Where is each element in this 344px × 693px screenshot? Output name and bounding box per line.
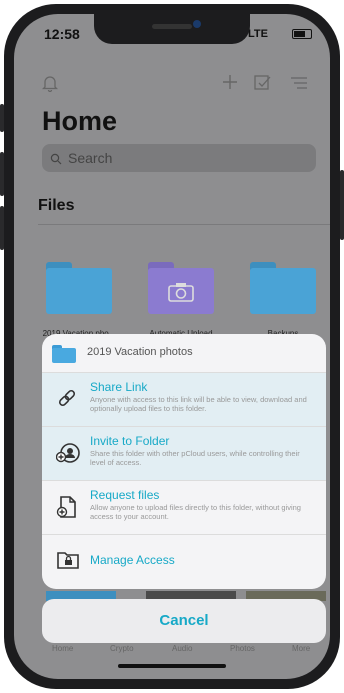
notch [94,14,250,44]
front-camera [193,20,201,28]
folder-lock-icon [56,549,80,573]
page-title: Home [42,106,118,136]
sort-icon[interactable] [290,74,308,95]
screen: 12:58 LTE Home Search Files Home Crypto … [14,14,330,679]
tab-bar: Home Crypto Audio Photos More [14,644,330,664]
bell-icon[interactable] [41,74,59,97]
network-label: LTE [248,28,268,40]
camera-icon [168,283,194,302]
cancel-button[interactable]: Cancel [42,599,326,643]
option-description: Anyone with access to this link will be … [90,395,307,413]
battery-icon [292,29,312,39]
invite-user-icon [55,441,80,465]
tab-home[interactable]: Home [52,644,73,653]
search-input[interactable]: Search [42,144,316,172]
speaker [152,24,192,29]
request-files-option[interactable]: Request files Allow anyone to upload fil… [42,481,326,535]
folder-backups[interactable] [250,262,316,314]
folder-vacation[interactable] [46,262,112,314]
plus-icon[interactable] [222,74,238,95]
tab-crypto[interactable]: Crypto [110,644,134,653]
manage-access-option[interactable]: Manage Access [42,535,326,588]
search-placeholder: Search [68,150,113,166]
tab-more[interactable]: More [292,644,310,653]
option-title: Request files [90,488,160,502]
edit-icon[interactable] [254,74,272,95]
toolbar [14,74,330,104]
tab-photos[interactable]: Photos [230,644,255,653]
status-time: 12:58 [44,26,80,42]
option-title: Share Link [90,380,148,394]
search-icon [50,144,62,172]
option-description: Allow anyone to upload files directly to… [90,503,301,521]
folder-automatic-upload[interactable] [148,262,214,314]
option-title: Invite to Folder [90,434,170,448]
folder-icon [52,345,76,363]
divider [38,224,330,225]
invite-to-folder-option[interactable]: Invite to Folder Share this folder with … [42,427,326,481]
option-description: Share this folder with other pCloud user… [90,449,300,467]
option-title: Manage Access [90,553,175,567]
link-icon [56,387,80,411]
share-link-option[interactable]: Share Link Anyone with access to this li… [42,373,326,427]
power-button [340,170,344,240]
request-file-icon [56,495,80,519]
action-sheet: 2019 Vacation photos Share Link Anyone w… [42,334,326,589]
files-heading: Files [38,197,75,214]
sheet-folder-name: 2019 Vacation photos [87,346,193,358]
tab-audio[interactable]: Audio [172,644,192,653]
phone-frame: 12:58 LTE Home Search Files Home Crypto … [4,4,340,689]
sheet-header: 2019 Vacation photos [42,334,326,373]
home-indicator [118,664,226,668]
